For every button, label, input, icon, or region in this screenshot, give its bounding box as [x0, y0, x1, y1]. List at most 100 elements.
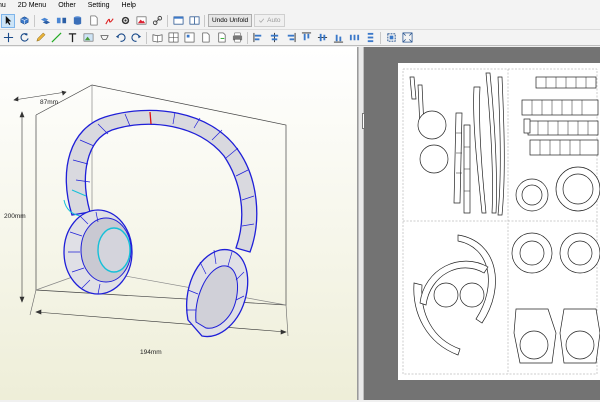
split-window-icon [189, 16, 199, 25]
rotate-part-button[interactable] [17, 31, 31, 45]
cylinder-button[interactable] [70, 14, 84, 28]
flap-icon [99, 35, 109, 40]
grid-icon [168, 32, 178, 43]
move-part-button[interactable] [1, 31, 15, 45]
undo-button[interactable] [113, 31, 127, 45]
pencil-button[interactable] [33, 31, 47, 45]
menu-setting[interactable]: Setting [82, 0, 116, 12]
printer-icon [232, 32, 242, 43]
rotate-model-button[interactable] [17, 14, 31, 28]
zoom-region-icon [402, 32, 412, 43]
toolbar-separator [247, 31, 248, 44]
picture-icon [83, 33, 93, 42]
pattern-pieces [409, 72, 600, 364]
check-icon [259, 18, 265, 23]
toolbar-separator [167, 14, 168, 27]
menu-3d[interactable]: nu [0, 0, 12, 12]
settings-button[interactable] [118, 14, 132, 28]
auto-button[interactable]: Auto [254, 14, 285, 27]
move-icon [3, 32, 13, 43]
align-left-button[interactable] [251, 31, 265, 45]
pdf-export-button[interactable] [102, 14, 116, 28]
menu-help[interactable]: Help [116, 0, 142, 12]
align-middle-icon [317, 33, 327, 42]
left-ear-cup [63, 209, 133, 295]
link-icon [152, 15, 162, 26]
toolbar-top: Undo Unfold Auto [0, 12, 600, 30]
fit-view-icon [386, 33, 396, 42]
dimension-height-label: 200mm [4, 213, 26, 220]
cursor-icon [5, 15, 11, 26]
align-bottom-button[interactable] [331, 31, 345, 45]
distribute-vertical-icon [367, 32, 373, 43]
fit-view-button[interactable] [384, 31, 398, 45]
split-view-button[interactable] [187, 14, 201, 28]
join-faces-button[interactable] [38, 14, 52, 28]
faces-split-icon [56, 17, 66, 24]
link-button[interactable] [150, 14, 164, 28]
align-right-button[interactable] [283, 31, 297, 45]
book-icon [152, 34, 162, 43]
document-button[interactable] [86, 14, 100, 28]
line-button[interactable] [49, 31, 63, 45]
layout-icon [184, 32, 194, 43]
unfolded-pattern[interactable] [398, 63, 600, 380]
pencil-icon [35, 32, 45, 42]
headphone-3d-model[interactable]: 87mm 200mm 194mm [0, 47, 358, 400]
redo-icon [130, 33, 141, 42]
export-icon [217, 32, 225, 43]
align-middle-button[interactable] [315, 31, 329, 45]
undo-icon [115, 33, 126, 42]
page-icon [201, 32, 209, 43]
cylinder-icon [73, 16, 81, 25]
align-center-button[interactable] [267, 31, 281, 45]
toolbar-separator [34, 14, 35, 27]
align-top-icon [301, 32, 311, 41]
distribute-h-button[interactable] [347, 31, 361, 45]
align-bottom-icon [333, 34, 343, 43]
pattern-sheet[interactable] [398, 63, 600, 380]
zoom-region-button[interactable] [400, 31, 414, 45]
toolbar-separator [380, 31, 381, 44]
export-button[interactable] [214, 31, 228, 45]
align-center-icon [270, 32, 278, 43]
dimension-depth-label: 87mm [40, 99, 58, 106]
image-button[interactable] [134, 14, 148, 28]
menu-bar: nu 2D Menu Other Setting Help [0, 0, 600, 12]
toolbar-edit [0, 30, 600, 46]
page-layout-button[interactable] [182, 31, 196, 45]
dimension-width-label: 194mm [140, 349, 162, 356]
page-grid-button[interactable] [166, 31, 180, 45]
insert-image-button[interactable] [81, 31, 95, 45]
split-faces-button[interactable] [54, 14, 68, 28]
3d-view[interactable]: 87mm 200mm 194mm [0, 47, 358, 400]
menu-other[interactable]: Other [52, 0, 82, 12]
print-button[interactable] [230, 31, 244, 45]
page-setup-button[interactable] [198, 31, 212, 45]
menu-2d[interactable]: 2D Menu [12, 0, 52, 12]
auto-label: Auto [267, 17, 281, 24]
toolbar-separator [146, 31, 147, 44]
right-ear-cup [186, 249, 249, 338]
select-tool-button[interactable] [1, 13, 15, 28]
text-icon [68, 33, 76, 43]
redo-button[interactable] [129, 31, 143, 45]
undo-unfold-button[interactable]: Undo Unfold [208, 14, 253, 27]
window-icon [173, 16, 183, 25]
faces-join-icon [40, 17, 50, 25]
flap-button[interactable] [97, 31, 111, 45]
align-top-button[interactable] [299, 31, 313, 45]
rotate-icon [20, 32, 29, 42]
image-icon [136, 16, 146, 25]
pdf-icon [104, 18, 114, 25]
gear-icon [121, 16, 129, 25]
distribute-v-button[interactable] [363, 31, 377, 45]
align-right-icon [287, 32, 296, 43]
distribute-horizontal-icon [349, 34, 359, 41]
toolbar-separator [204, 14, 205, 27]
book-button[interactable] [150, 31, 164, 45]
single-view-button[interactable] [171, 14, 185, 28]
align-left-icon [252, 32, 261, 43]
cube-rotate-icon [20, 16, 28, 25]
text-button[interactable] [65, 31, 79, 45]
